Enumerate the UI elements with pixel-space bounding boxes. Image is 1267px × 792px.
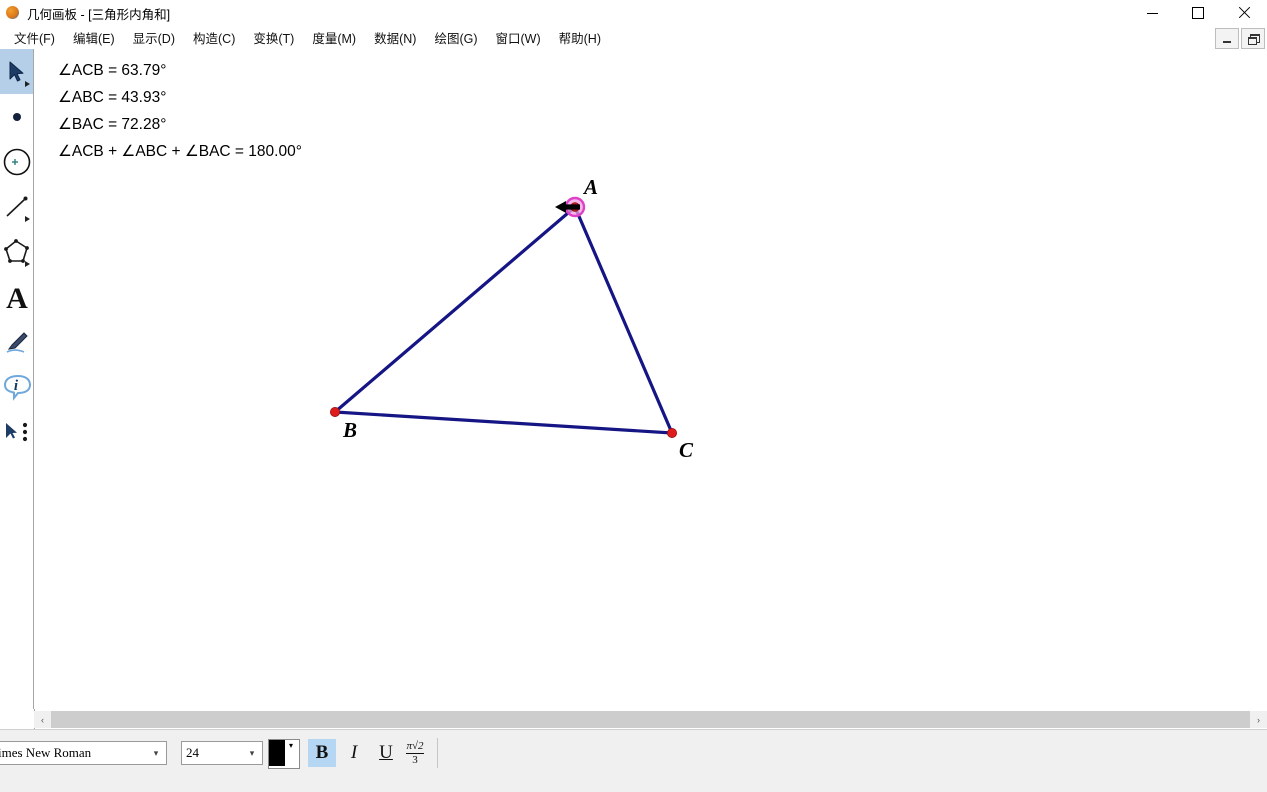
vertex-c-point xyxy=(667,427,678,438)
scroll-left-arrow-icon[interactable]: ‹ xyxy=(34,711,51,728)
scrollbar-track[interactable] xyxy=(51,711,1250,728)
segment-ab xyxy=(333,205,577,414)
tool-palette: A i xyxy=(0,49,34,709)
menu-file[interactable]: 文件(F) xyxy=(6,26,63,49)
chevron-down-icon[interactable]: ▾ xyxy=(146,743,166,763)
minimize-button[interactable] xyxy=(1129,0,1175,26)
point-tool[interactable] xyxy=(0,94,33,139)
toolbar-separator xyxy=(437,738,438,768)
information-tool[interactable]: i xyxy=(0,364,33,409)
polygon-tool[interactable] xyxy=(0,229,33,274)
info-balloon-icon: i xyxy=(3,374,31,401)
math-numerator: π√2 xyxy=(406,739,424,752)
menu-display[interactable]: 显示(D) xyxy=(125,26,183,49)
chevron-down-icon[interactable]: ▾ xyxy=(242,743,262,763)
status-strip xyxy=(0,774,1267,792)
maximize-button[interactable] xyxy=(1175,0,1221,26)
mdi-window-controls xyxy=(1215,28,1265,49)
marker-tool[interactable] xyxy=(0,319,33,364)
vertex-b-label[interactable]: B xyxy=(343,418,357,443)
arrow-tool-expand-icon[interactable] xyxy=(25,81,30,87)
mdi-restore-icon xyxy=(1248,34,1260,45)
math-format-button[interactable]: π√2 3 xyxy=(400,739,430,767)
compass-tool[interactable] xyxy=(0,139,33,184)
chevron-down-icon[interactable]: ▾ xyxy=(285,740,297,753)
window-title: 几何画板 - [三角形内角和] xyxy=(27,7,171,22)
mdi-minimize-icon xyxy=(1223,40,1231,43)
menu-window[interactable]: 窗口(W) xyxy=(488,26,549,49)
menu-bar: 文件(F) 编辑(E) 显示(D) 构造(C) 变换(T) 度量(M) 数据(N… xyxy=(0,26,1267,50)
text-a-icon: A xyxy=(6,282,28,312)
minimize-icon xyxy=(1146,12,1158,14)
font-family-value: imes New Roman xyxy=(0,745,92,760)
vertex-b-point xyxy=(329,406,340,417)
straightedge-tool[interactable] xyxy=(0,184,33,229)
window-controls xyxy=(1129,0,1267,26)
segment-ca xyxy=(573,205,674,435)
scrollbar-thumb[interactable] xyxy=(51,711,1250,728)
math-fraction-icon: π√2 3 xyxy=(406,739,424,766)
menu-construct[interactable]: 构造(C) xyxy=(185,26,243,49)
menu-edit[interactable]: 编辑(E) xyxy=(65,26,123,49)
font-family-combo[interactable]: imes New Roman ▾ xyxy=(0,741,167,765)
polygon-tool-expand-icon[interactable] xyxy=(25,261,30,267)
mdi-minimize-button[interactable] xyxy=(1215,28,1239,49)
close-icon xyxy=(1238,7,1250,19)
triangle-figure xyxy=(329,196,678,438)
bold-button[interactable]: B xyxy=(308,739,336,767)
segment-bc xyxy=(333,410,674,435)
marker-pen-icon xyxy=(6,331,28,353)
math-denominator: 3 xyxy=(412,753,418,766)
sketch-canvas[interactable]: ∠ACB = 63.79° ∠ABC = 43.93° ∠BAC = 72.28… xyxy=(34,49,1267,711)
format-toolbar: imes New Roman ▾ 24 ▾ ▾ B I U π√2 3 xyxy=(0,729,1267,775)
svg-text:A: A xyxy=(6,282,28,312)
close-button[interactable] xyxy=(1221,0,1267,26)
font-size-combo[interactable]: 24 ▾ xyxy=(181,741,263,765)
menu-help[interactable]: 帮助(H) xyxy=(551,26,609,49)
horizontal-scrollbar[interactable]: ‹ › xyxy=(34,711,1267,728)
custom-tools-icon xyxy=(5,422,27,441)
scroll-right-arrow-icon[interactable]: › xyxy=(1250,711,1267,728)
sketchpad-icon xyxy=(5,5,21,21)
arrow-icon xyxy=(9,61,23,81)
text-color-button[interactable]: ▾ xyxy=(268,739,300,769)
circle-icon xyxy=(3,148,30,175)
palette-bottom-stub xyxy=(0,709,35,729)
straightedge-tool-expand-icon[interactable] xyxy=(25,216,30,222)
italic-button[interactable]: I xyxy=(340,739,368,767)
menu-transform[interactable]: 变换(T) xyxy=(245,26,302,49)
title-bar: 几何画板 - [三角形内角和] xyxy=(0,0,1267,26)
color-swatch xyxy=(269,740,285,766)
application-window: 几何画板 - [三角形内角和] 文件(F) 编辑(E) 显示(D) 构造(C) … xyxy=(0,0,1267,792)
menu-graph[interactable]: 绘图(G) xyxy=(426,26,485,49)
menu-number[interactable]: 数据(N) xyxy=(366,26,424,49)
maximize-icon xyxy=(1192,7,1204,19)
point-icon xyxy=(12,112,21,121)
font-size-value: 24 xyxy=(186,745,199,760)
mdi-restore-button[interactable] xyxy=(1241,28,1265,49)
arrow-tool[interactable] xyxy=(0,49,33,94)
vertex-c-label[interactable]: C xyxy=(679,438,693,463)
menu-measure[interactable]: 度量(M) xyxy=(304,26,364,49)
text-tool[interactable]: A xyxy=(0,274,33,319)
underline-button[interactable]: U xyxy=(372,739,400,767)
custom-tools[interactable] xyxy=(0,409,33,454)
vertex-a-label[interactable]: A xyxy=(584,175,598,200)
